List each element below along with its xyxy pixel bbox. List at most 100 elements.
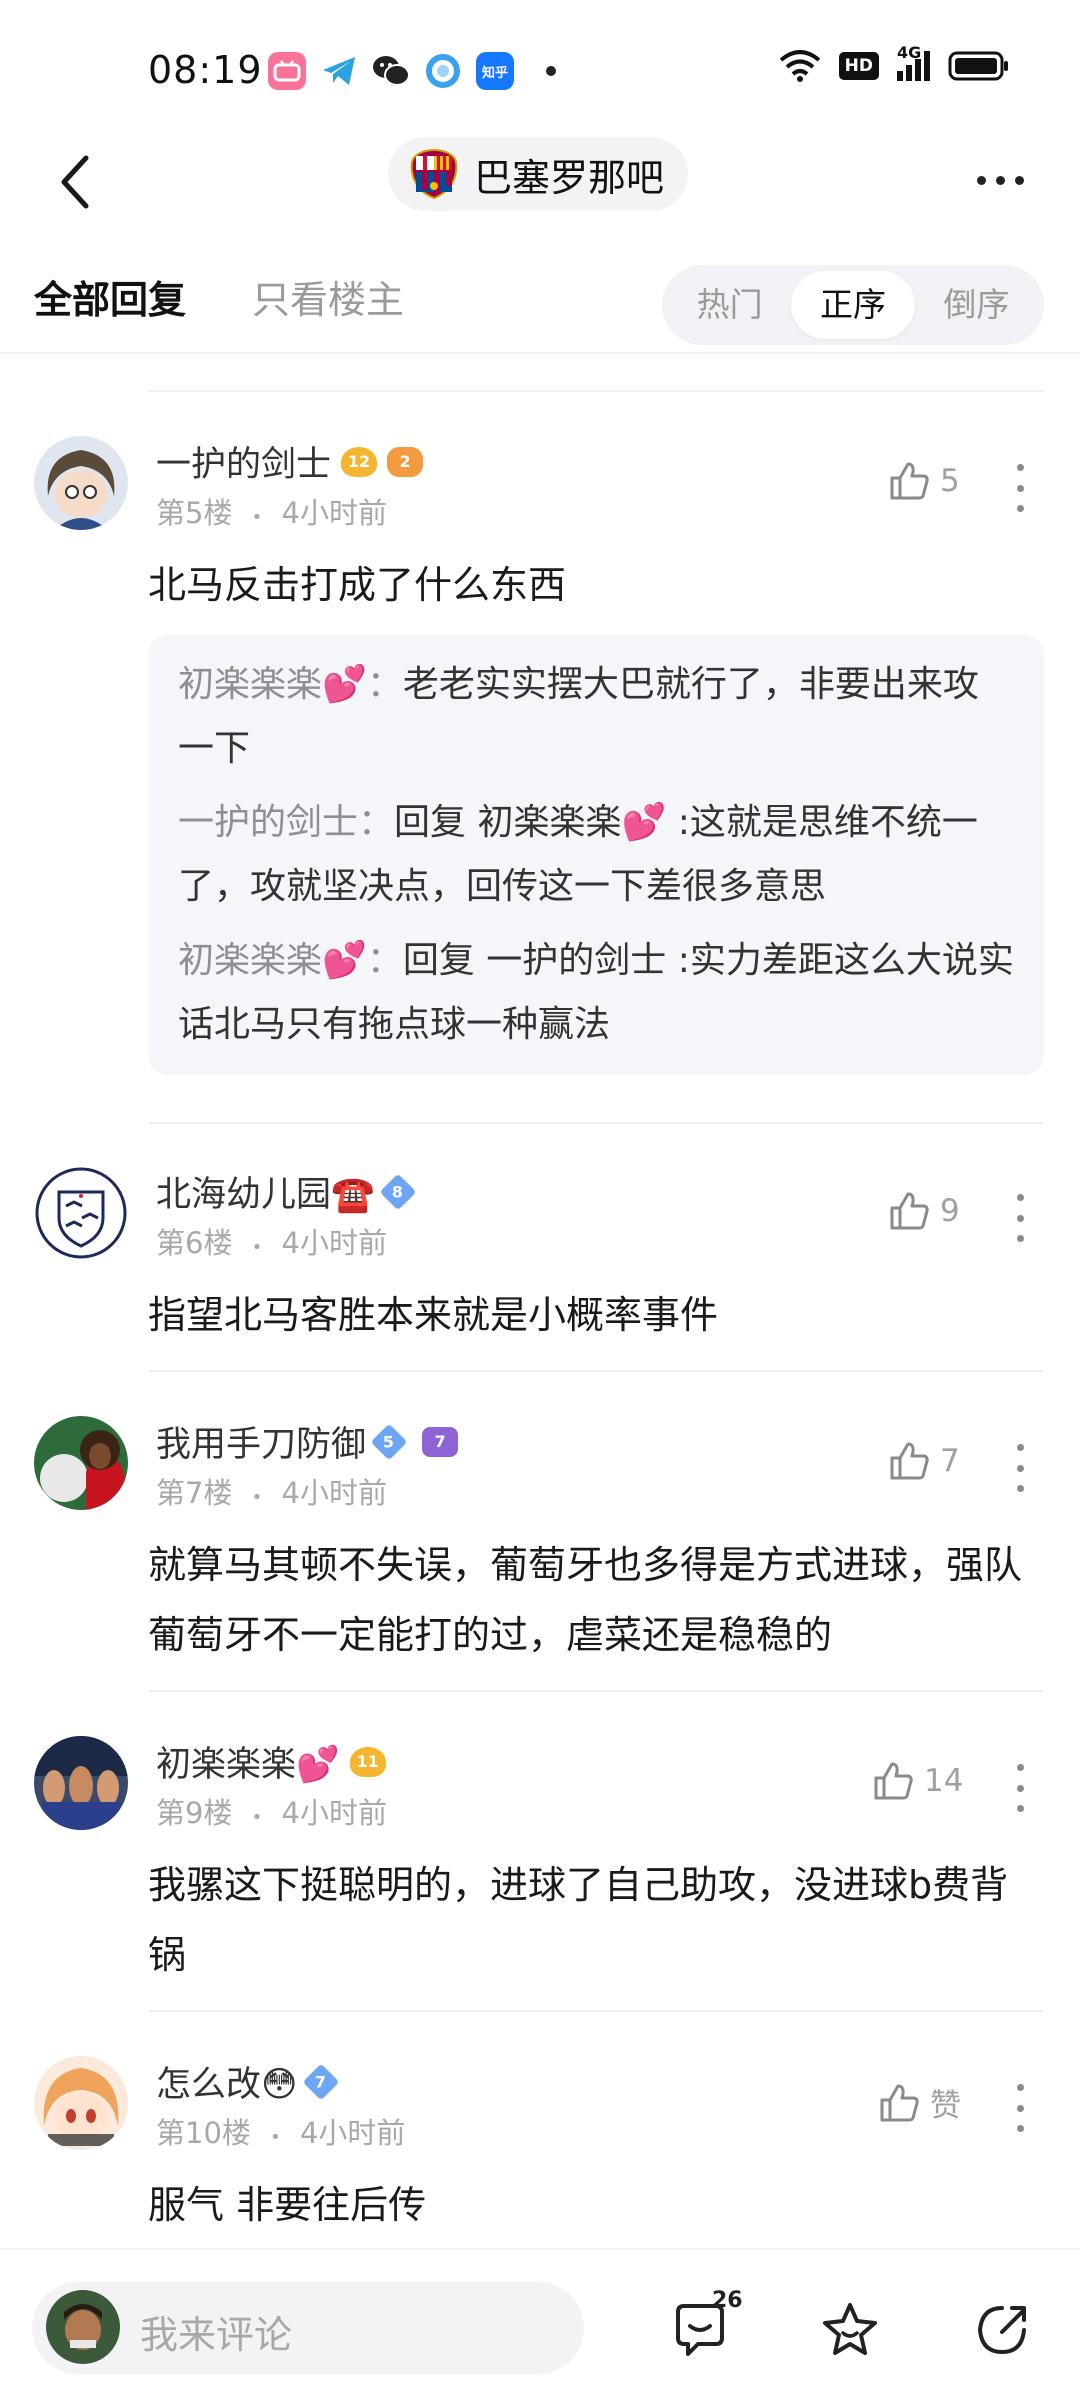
meta-separator: • — [270, 2127, 281, 2148]
tab-only-owner[interactable]: 只看楼主 — [252, 269, 404, 324]
comment-meta: 第10楼 • 4小时前 — [156, 2110, 405, 2152]
level-number: 5 — [383, 1431, 395, 1451]
like-button[interactable]: 9 — [888, 1190, 960, 1232]
battery-icon — [948, 51, 1008, 81]
avatar[interactable] — [34, 436, 128, 530]
post-time: 4小时前 — [299, 2116, 406, 2150]
like-count: 7 — [940, 1443, 960, 1479]
fc-barcelona-logo — [410, 148, 458, 200]
meta-separator: • — [251, 1807, 263, 1828]
divider — [148, 2010, 1044, 2012]
floor-number: 第10楼 — [156, 2116, 251, 2150]
level-number: 12 — [347, 452, 371, 471]
like-count: 5 — [940, 463, 960, 499]
comment-more-button[interactable] — [1010, 464, 1030, 512]
reply-filter-bar: 全部回复 只看楼主 热门 正序 倒序 — [0, 255, 1080, 355]
cellular-icon: 4G — [897, 43, 930, 81]
system-icons: HD 4G — [779, 43, 1010, 82]
comment-text: 服气 非要往后传 — [148, 2183, 427, 2227]
comment-author[interactable]: 一护的剑士 12 2 — [156, 436, 424, 487]
wechat-icon — [372, 52, 410, 90]
author-name: 我用手刀防御 — [156, 1425, 367, 1465]
status-time: 08:19 — [148, 48, 263, 92]
member-badge: 7 — [422, 1426, 459, 1457]
comment-author[interactable]: 北海幼儿园☎️ 8 — [156, 1166, 416, 1217]
divider — [148, 1690, 1044, 1692]
header-divider — [0, 352, 1080, 354]
sort-ascending[interactable]: 正序 — [791, 271, 915, 339]
sub-reply: 一护的剑士：回复 初楽楽楽💕 :这就是思维不统一了，攻就坚决点，回传这一下差很多… — [178, 791, 1014, 919]
comment-author[interactable]: 初楽楽楽💕 11 — [156, 1736, 386, 1787]
sort-descending[interactable]: 倒序 — [915, 271, 1038, 339]
sub-reply-author[interactable]: 一护的剑士： — [178, 802, 394, 843]
comment-count: 26 — [712, 2288, 743, 2313]
sub-reply-author[interactable]: 初楽楽楽💕： — [178, 664, 403, 705]
more-notifications-dot — [546, 66, 556, 76]
avatar[interactable] — [34, 1416, 128, 1510]
comment-text: 就算马其顿不失误，葡萄牙也多得是方式进球，强队葡萄牙不一定能打的过，虐菜还是稳稳… — [148, 1543, 1023, 1657]
comment-author[interactable]: 怎么改😳 7 — [156, 2056, 339, 2107]
sub-replies[interactable]: 初楽楽楽💕：老老实实摆大巴就行了，非要出来攻一下 一护的剑士：回复 初楽楽楽💕 … — [148, 635, 1044, 1075]
forum-name: 巴塞罗那吧 — [474, 155, 665, 200]
star-icon — [823, 2303, 877, 2355]
comment-meta: 第5楼 • 4小时前 — [156, 490, 387, 532]
author-name: 北海幼儿园☎️ — [156, 1175, 375, 1215]
more-options-button[interactable] — [960, 150, 1040, 210]
comment-more-button[interactable] — [1010, 1444, 1030, 1492]
comment-meta: 第7楼 • 4小时前 — [156, 1470, 387, 1512]
telegram-icon — [320, 52, 358, 90]
comment-meta: 第6楼 • 4小时前 — [156, 1220, 387, 1262]
like-button[interactable]: 7 — [888, 1440, 960, 1482]
meta-separator: • — [251, 507, 263, 528]
divider — [148, 390, 1044, 392]
thumbs-up-icon — [890, 462, 929, 500]
comment-more-button[interactable] — [1010, 1764, 1030, 1812]
author-name: 初楽楽楽💕 — [156, 1745, 340, 1785]
like-count: 赞 — [930, 2088, 961, 2124]
thumbs-up-icon — [890, 1192, 929, 1230]
thumbs-up-icon — [890, 1442, 929, 1480]
floor-number: 第7楼 — [156, 1476, 233, 1510]
zhihu-label: 知乎 — [481, 65, 508, 81]
floor-number: 第9楼 — [156, 1796, 233, 1830]
comment-more-button[interactable] — [1010, 2084, 1030, 2132]
avatar[interactable] — [34, 1166, 128, 1260]
thumbs-up-icon — [874, 1762, 913, 1800]
level-badge: 5 — [370, 1423, 408, 1460]
member-level: 7 — [434, 1432, 446, 1451]
comment-more-button[interactable] — [1010, 1194, 1030, 1242]
sort-hot[interactable]: 热门 — [668, 271, 791, 339]
forum-link[interactable]: 巴塞罗那吧 — [388, 137, 689, 211]
level-number: 7 — [314, 2071, 327, 2091]
avatar[interactable] — [34, 2056, 128, 2150]
back-button[interactable] — [40, 142, 110, 222]
avatar[interactable] — [34, 1736, 128, 1830]
status-bar: 08:19 知乎 HD 4G — [0, 0, 1080, 140]
member-badge: 2 — [387, 446, 424, 477]
wifi-icon — [779, 50, 820, 82]
like-button[interactable]: 5 — [888, 460, 960, 502]
tab-all-replies[interactable]: 全部回复 — [34, 269, 186, 324]
share-button[interactable] — [970, 2298, 1034, 2362]
level-badge: 7 — [302, 2063, 339, 2100]
like-count: 9 — [940, 1193, 960, 1229]
comment-author[interactable]: 我用手刀防御 5 7 — [156, 1416, 459, 1467]
comment-input-placeholder: 我来评论 — [140, 2313, 293, 2357]
sub-reply: 初楽楽楽💕：回复 一护的剑士 :实力差距这么大说实话北马只有拖点球一种赢法 — [178, 929, 1014, 1057]
member-level: 2 — [399, 452, 411, 471]
author-name: 一护的剑士 — [156, 445, 332, 485]
like-button[interactable]: 14 — [872, 1760, 963, 1802]
meta-separator: • — [251, 1487, 263, 1508]
divider — [148, 1370, 1044, 1372]
like-button[interactable]: 赞 — [878, 2080, 961, 2125]
author-name: 怎么改😳 — [156, 2065, 298, 2105]
hd-badge: HD — [838, 52, 879, 80]
comment-meta: 第9楼 • 4小时前 — [156, 1790, 387, 1832]
sort-segmented-control: 热门 正序 倒序 — [662, 265, 1044, 345]
sub-reply-author[interactable]: 初楽楽楽💕： — [178, 940, 403, 981]
comment-text: 指望北马客胜本来就是小概率事件 — [148, 1293, 719, 1337]
meta-separator: • — [251, 1237, 263, 1258]
favorite-button[interactable] — [818, 2298, 882, 2362]
share-icon — [977, 2306, 1026, 2355]
floor-number: 第5楼 — [156, 496, 233, 530]
